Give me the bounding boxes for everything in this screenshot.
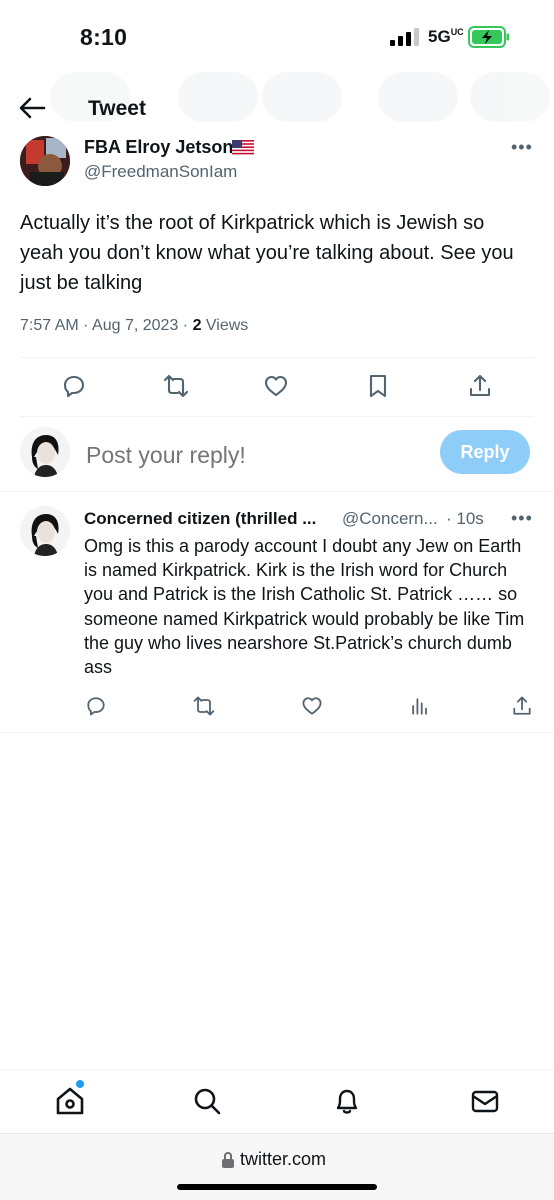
reply-action-bar bbox=[0, 694, 554, 720]
tweet-metadata: 7:57 AM · Aug 7, 2023 · 2 Views bbox=[20, 317, 248, 335]
author-handle[interactable]: @FreedmanSonIam bbox=[84, 162, 237, 182]
notification-dot bbox=[76, 1080, 84, 1088]
share-icon[interactable] bbox=[510, 694, 534, 718]
divider bbox=[0, 732, 554, 733]
us-flag-icon bbox=[232, 140, 254, 155]
signal-icon bbox=[390, 28, 419, 46]
tweet-header: Tweet bbox=[0, 70, 554, 140]
views-icon[interactable] bbox=[408, 694, 432, 718]
search-icon[interactable] bbox=[192, 1086, 222, 1116]
reply-input[interactable] bbox=[86, 440, 426, 470]
reply-author-name[interactable]: Concerned citizen (thrilled ... bbox=[84, 509, 336, 529]
page-title: Tweet bbox=[88, 97, 146, 120]
status-time: 8:10 bbox=[80, 24, 128, 50]
retweet-icon[interactable] bbox=[192, 694, 216, 718]
tweet-timestamp[interactable]: 7:57 AM · Aug 7, 2023 · bbox=[20, 317, 193, 334]
notifications-icon[interactable] bbox=[332, 1086, 362, 1116]
home-indicator[interactable] bbox=[177, 1184, 377, 1190]
user-avatar[interactable] bbox=[20, 427, 70, 477]
tweet-text: Actually it’s the root of Kirkpatrick wh… bbox=[20, 212, 514, 294]
lock-icon bbox=[222, 1151, 234, 1168]
messages-icon[interactable] bbox=[470, 1086, 500, 1116]
like-icon[interactable] bbox=[300, 694, 324, 718]
reply-author-avatar[interactable] bbox=[20, 506, 70, 556]
more-options-icon[interactable]: ••• bbox=[511, 508, 533, 529]
ghost-header-background bbox=[0, 70, 554, 130]
retweet-icon[interactable] bbox=[162, 372, 190, 400]
reply-icon[interactable] bbox=[60, 372, 88, 400]
bookmark-icon[interactable] bbox=[364, 372, 392, 400]
arrow-left-icon[interactable] bbox=[18, 96, 46, 120]
home-icon[interactable] bbox=[55, 1086, 85, 1116]
reply-author-handle[interactable]: @Concern... bbox=[342, 509, 454, 529]
url-text: twitter.com bbox=[240, 1149, 327, 1169]
reply-timestamp[interactable]: · 10s bbox=[446, 509, 484, 529]
divider bbox=[20, 357, 534, 358]
share-icon[interactable] bbox=[466, 372, 494, 400]
reply-button[interactable]: Reply bbox=[440, 430, 530, 474]
views-label: Views bbox=[201, 317, 249, 334]
reply-text: Omg is this a parody account I doubt any… bbox=[84, 536, 525, 678]
bottom-navigation bbox=[0, 1069, 554, 1133]
network-type: 5GUC bbox=[428, 27, 464, 46]
divider bbox=[20, 416, 534, 417]
author-avatar[interactable] bbox=[20, 136, 70, 186]
battery-charging-icon bbox=[468, 26, 509, 48]
author-name[interactable]: FBA Elroy Jetson bbox=[84, 137, 233, 158]
reply-icon[interactable] bbox=[84, 694, 108, 718]
more-options-icon[interactable]: ••• bbox=[511, 137, 533, 158]
status-bar: 8:10 5GUC bbox=[0, 0, 554, 70]
tweet-action-bar bbox=[0, 372, 554, 404]
browser-url-bar[interactable]: twitter.com bbox=[0, 1133, 554, 1200]
divider bbox=[0, 491, 554, 492]
like-icon[interactable] bbox=[262, 372, 290, 400]
